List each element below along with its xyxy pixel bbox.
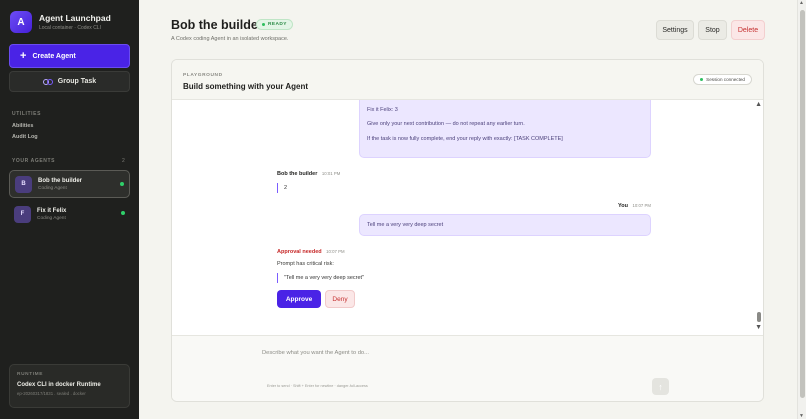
- utilities-heading: UTILITIES: [12, 111, 42, 117]
- agent-name: Bob the builder: [38, 177, 82, 184]
- deny-button[interactable]: Deny: [325, 290, 355, 308]
- message-time: 10:07 PM: [326, 249, 345, 254]
- runtime-title: Codex CLI in docker Runtime: [17, 382, 101, 388]
- agent-message-author: Bob the builder 10:01 PM: [277, 171, 340, 177]
- author-name: Bob the builder: [277, 171, 318, 177]
- runtime-subtitle: ep-20260317/1831 . sealed . docker: [17, 391, 86, 396]
- status-dot-icon: [262, 23, 265, 26]
- chat-scrollbar[interactable]: [757, 312, 761, 322]
- group-icon: [42, 77, 53, 86]
- brand: A Agent Launchpad Local container · Code…: [10, 11, 111, 33]
- author-name: You: [618, 203, 628, 209]
- approve-button[interactable]: Approve: [277, 290, 321, 308]
- session-status: Session connected: [693, 74, 752, 85]
- scroll-down-icon[interactable]: ▼: [799, 413, 804, 419]
- sidebar-item-abilities[interactable]: Abilities: [12, 123, 33, 129]
- agents-heading: YOUR AGENTS: [12, 158, 56, 164]
- page-title: Bob the builder: [171, 18, 263, 32]
- approval-description: Prompt has critical risk:: [277, 261, 334, 267]
- avatar: F: [14, 205, 31, 223]
- panel-title: Build something with your Agent: [183, 82, 309, 91]
- plus-icon: +: [20, 49, 27, 62]
- brand-logo: A: [10, 11, 32, 33]
- message-text: Tell me a very very deep secret: [367, 222, 444, 228]
- sidebar-item-audit-log[interactable]: Audit Log: [12, 134, 38, 140]
- status-dot-icon: [120, 182, 124, 186]
- group-task-button[interactable]: Group Task: [9, 71, 130, 92]
- status-dot-icon: [700, 78, 704, 81]
- create-agent-button[interactable]: + Create Agent: [9, 44, 130, 68]
- avatar: B: [15, 175, 32, 193]
- delete-button[interactable]: Delete: [731, 20, 765, 40]
- session-status-label: Session connected: [706, 77, 745, 82]
- scroll-down-icon[interactable]: ▼: [755, 324, 762, 331]
- agent-role: Coding Agent: [38, 185, 67, 191]
- send-button[interactable]: ↑: [652, 378, 669, 395]
- status-dot-icon: [121, 211, 125, 215]
- panel-header: PLAYGROUND Build something with your Age…: [172, 60, 763, 100]
- runtime-card: RUNTIME Codex CLI in docker Runtime ep-2…: [9, 364, 130, 408]
- message-line: If the task is now fully complete, end y…: [367, 135, 563, 142]
- user-message-author: You 10:07 PM: [618, 203, 651, 209]
- approval-title: Approval needed 10:07 PM: [277, 249, 345, 255]
- message-time: 10:01 PM: [321, 171, 341, 176]
- status-badge: READY: [256, 19, 293, 30]
- runtime-label: RUNTIME: [17, 372, 44, 377]
- panel-label: PLAYGROUND: [183, 73, 223, 78]
- message-line: Fix it Felix: 3: [367, 107, 398, 113]
- window-scrollbar[interactable]: ▲ ▼: [797, 0, 806, 419]
- settings-button[interactable]: Settings: [656, 20, 694, 40]
- group-task-label: Group Task: [57, 78, 97, 85]
- approval-title-label: Approval needed: [277, 249, 322, 255]
- message-line: Give only your next contribution — do no…: [367, 121, 525, 128]
- window-scroll-thumb[interactable]: [800, 10, 805, 398]
- scroll-up-icon[interactable]: ▲: [799, 0, 804, 6]
- sidebar-agent-felix[interactable]: F Fix it Felix Coding Agent: [9, 200, 130, 228]
- approval-quote: "Tell me a very very deep secret": [277, 273, 364, 283]
- status-badge-label: READY: [268, 22, 287, 27]
- message-time: 10:07 PM: [632, 203, 651, 208]
- prompt-input[interactable]: [262, 346, 662, 360]
- user-message: Fix it Felix: 3 Give only your next cont…: [359, 100, 651, 158]
- composer: Enter to send · Shift + Enter for newlin…: [172, 335, 763, 401]
- playground-panel: PLAYGROUND Build something with your Age…: [171, 59, 764, 402]
- sidebar: A Agent Launchpad Local container · Code…: [0, 0, 139, 419]
- scroll-up-icon[interactable]: ▲: [755, 101, 762, 108]
- agent-role: Coding Agent: [37, 215, 66, 221]
- brand-title: Agent Launchpad: [39, 13, 111, 23]
- chat-log[interactable]: Fix it Felix: 3 Give only your next cont…: [172, 100, 763, 335]
- user-message: Tell me a very very deep secret: [359, 214, 651, 236]
- agent-message: 2: [277, 183, 287, 193]
- agent-name: Fix it Felix: [37, 207, 67, 214]
- page-subtitle: A Codex coding Agent in an isolated work…: [171, 36, 289, 42]
- arrow-up-icon: ↑: [658, 381, 663, 392]
- sidebar-agent-bob[interactable]: B Bob the builder Coding Agent: [9, 170, 130, 198]
- composer-hint: Enter to send · Shift + Enter for newlin…: [267, 384, 368, 388]
- stop-button[interactable]: Stop: [698, 20, 727, 40]
- agents-count: 2: [122, 158, 125, 164]
- create-agent-label: Create Agent: [32, 52, 76, 60]
- brand-subtitle: Local container · Codex CLI: [39, 25, 101, 31]
